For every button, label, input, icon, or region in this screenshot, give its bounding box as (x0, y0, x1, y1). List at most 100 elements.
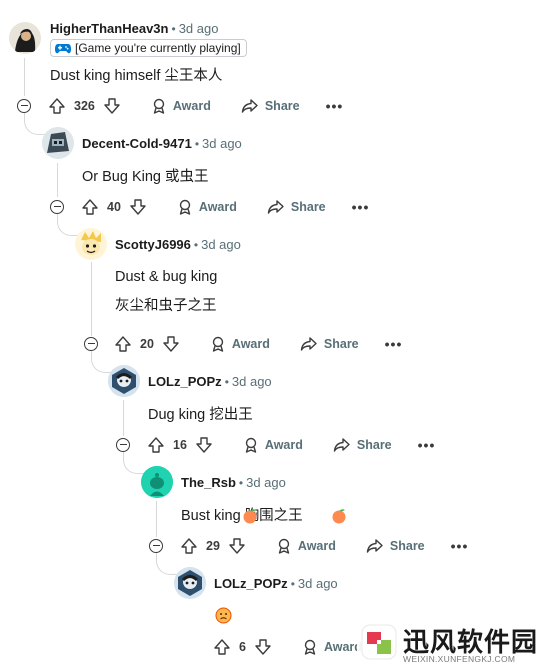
share-label: Share (389, 539, 425, 553)
downvote-icon (229, 538, 245, 554)
upvote-button[interactable] (213, 638, 231, 656)
more-options-icon[interactable]: ••• (418, 437, 436, 453)
more-options-icon[interactable]: ••• (385, 336, 403, 352)
thread-line-1 (24, 58, 25, 96)
comment-meta: Decent-Cold-9471 • 3d ago (82, 136, 242, 151)
collapse-thread-button[interactable] (149, 539, 163, 553)
downvote-button[interactable] (195, 436, 213, 454)
default-snoo-avatar-icon (141, 466, 173, 498)
share-button[interactable]: Share (267, 199, 326, 215)
upvote-button[interactable] (114, 335, 132, 353)
thread-curve-4 (123, 459, 146, 474)
timestamp[interactable]: 3d ago (232, 374, 272, 389)
award-button[interactable]: Award (210, 336, 270, 352)
award-button[interactable]: Award (302, 639, 362, 655)
vote-score: 20 (140, 337, 154, 351)
award-button[interactable]: Award (243, 437, 303, 453)
avatar[interactable] (75, 228, 107, 260)
award-button[interactable]: Award (177, 199, 237, 215)
downvote-button[interactable] (103, 97, 121, 115)
timestamp[interactable]: 3d ago (179, 21, 219, 36)
username-link[interactable]: HigherThanHeav3n (50, 21, 168, 36)
snoo-avatar-icon (174, 567, 206, 599)
username-link[interactable]: ScottyJ6996 (115, 237, 191, 252)
timestamp[interactable]: 3d ago (201, 237, 241, 252)
share-button[interactable]: Share (241, 98, 300, 114)
watermark-url: WEIXIN.XUNFENGKJ.COM (403, 654, 516, 664)
timestamp[interactable]: 3d ago (246, 475, 286, 490)
comment-meta: HigherThanHeav3n • 3d ago (50, 21, 219, 36)
collapse-thread-button[interactable] (17, 99, 31, 113)
collapse-thread-button[interactable] (116, 438, 130, 452)
upvote-button[interactable] (147, 436, 165, 454)
comment-actions: 6 Award (213, 635, 362, 659)
upvote-button[interactable] (180, 537, 198, 555)
snoo-avatar-icon (42, 127, 74, 159)
downvote-button[interactable] (254, 638, 272, 656)
share-label: Share (323, 337, 359, 351)
collapse-thread-button[interactable] (84, 337, 98, 351)
award-button[interactable]: Award (276, 538, 336, 554)
timestamp[interactable]: 3d ago (298, 576, 338, 591)
username-link[interactable]: The_Rsb (181, 475, 236, 490)
comment-body: Dust & bug king (115, 269, 218, 285)
thread-curve-1 (24, 120, 47, 135)
share-button[interactable]: Share (333, 437, 392, 453)
user-flair: [Game you're currently playing] (50, 39, 247, 57)
award-label: Award (297, 539, 336, 553)
collapse-thread-button[interactable] (50, 200, 64, 214)
comment-actions: 16 Award Share ••• (147, 433, 435, 457)
thread-curve-2 (57, 221, 80, 236)
upvote-icon (49, 98, 65, 114)
award-icon (212, 336, 224, 352)
vote-score: 40 (107, 200, 121, 214)
upvote-icon (115, 336, 131, 352)
share-icon (333, 438, 350, 452)
award-button[interactable]: Award (151, 98, 211, 114)
avatar[interactable] (174, 567, 206, 599)
vote-score: 326 (74, 99, 95, 113)
comment-body: 灰尘和虫子之王 (115, 298, 217, 314)
thread-line-2 (57, 163, 58, 197)
username-link[interactable]: Decent-Cold-9471 (82, 136, 192, 151)
downvote-icon (104, 98, 120, 114)
award-icon (153, 98, 165, 114)
snoo-avatar-icon (108, 365, 140, 397)
upvote-icon (148, 437, 164, 453)
downvote-button[interactable] (228, 537, 246, 555)
comment-actions: 29 Award Share ••• (180, 534, 468, 558)
site-watermark: 迅风软件园 WEIXIN.XUNFENGKJ.COM (357, 620, 550, 672)
upvote-button[interactable] (48, 97, 66, 115)
avatar[interactable] (9, 22, 41, 54)
downvote-button[interactable] (162, 335, 180, 353)
thread-curve-5 (156, 560, 179, 575)
award-label: Award (264, 438, 303, 452)
upvote-button[interactable] (81, 198, 99, 216)
share-button[interactable]: Share (300, 336, 359, 352)
share-icon (300, 337, 317, 351)
share-icon (267, 200, 284, 214)
downvote-button[interactable] (129, 198, 147, 216)
flair-text: [Game you're currently playing] (75, 41, 241, 55)
upvote-icon (214, 639, 230, 655)
username-link[interactable]: LOLz_POPz (214, 576, 288, 591)
downvote-icon (196, 437, 212, 453)
award-label: Award (198, 200, 237, 214)
thread-line-3b (91, 351, 92, 359)
avatar[interactable] (42, 127, 74, 159)
comment-body: Dust king himself 尘王本人 (50, 68, 223, 84)
avatar[interactable] (108, 365, 140, 397)
award-icon (304, 639, 316, 655)
avatar[interactable] (141, 466, 173, 498)
thread-line-3 (91, 262, 92, 336)
more-options-icon[interactable]: ••• (326, 98, 344, 114)
username-link[interactable]: LOLz_POPz (148, 374, 222, 389)
share-label: Share (264, 99, 300, 113)
share-button[interactable]: Share (366, 538, 425, 554)
more-options-icon[interactable]: ••• (451, 538, 469, 554)
thread-line-4 (123, 400, 124, 436)
thread-line-5b (156, 553, 157, 561)
timestamp[interactable]: 3d ago (202, 136, 242, 151)
more-options-icon[interactable]: ••• (352, 199, 370, 215)
downvote-icon (130, 199, 146, 215)
